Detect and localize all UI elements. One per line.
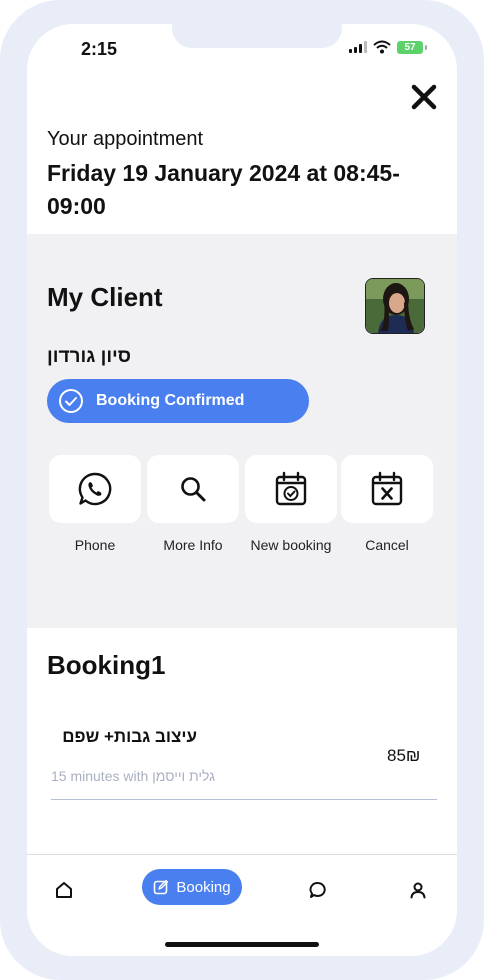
cancel-label: Cancel	[365, 537, 409, 553]
new-booking-button[interactable]: New booking	[245, 455, 337, 553]
client-name: סיון גורדון	[47, 346, 132, 367]
home-indicator	[165, 942, 319, 947]
battery-level: 57	[404, 41, 416, 53]
signal-icon	[349, 41, 367, 53]
phone-label: Phone	[74, 537, 116, 553]
calendar-x-icon	[371, 471, 403, 506]
service-price: 85₪	[387, 746, 421, 765]
home-icon	[56, 882, 72, 898]
tab-booking[interactable]: Booking	[142, 869, 242, 905]
more-info-label: More Info	[163, 537, 223, 553]
phone-button[interactable]: Phone	[49, 455, 141, 553]
more-info-button[interactable]: More Info	[147, 455, 239, 553]
avatar[interactable]	[365, 278, 425, 334]
client-title: My Client	[47, 282, 163, 312]
divider	[51, 799, 437, 800]
tab-bar: Booking	[27, 854, 457, 956]
service-details: 15 minutes with גלית וייסמן	[51, 768, 216, 784]
battery-icon: 57	[397, 40, 427, 54]
status-icons: 57	[349, 40, 427, 54]
calendar-check-icon	[275, 471, 307, 506]
wifi-icon	[373, 40, 391, 54]
tab-home[interactable]	[53, 877, 75, 903]
new-booking-label: New booking	[250, 537, 332, 553]
appointment-date: Friday 19 January 2024 at 08:45-09:00	[47, 160, 400, 219]
tab-messages[interactable]	[307, 877, 329, 903]
booking-status-label: Booking Confirmed	[96, 392, 245, 409]
device-frame: 2:15 57 Your appointment Friday 19 Janua…	[0, 0, 484, 980]
client-actions: Phone More Info New booking Cancel	[47, 455, 437, 570]
user-icon	[410, 882, 426, 899]
chat-icon	[309, 882, 326, 898]
appointment-label: Your appointment	[47, 128, 204, 150]
cancel-button[interactable]: Cancel	[341, 455, 433, 553]
status-time: 2:15	[81, 39, 118, 59]
close-icon[interactable]	[409, 82, 439, 112]
client-section: My Client סיון גורדון Booking Confirmed …	[27, 234, 457, 628]
whatsapp-icon	[78, 472, 112, 506]
booking-title: Booking1	[47, 650, 166, 680]
booking-status-badge[interactable]: Booking Confirmed	[47, 379, 309, 423]
service-name: עיצוב גבות+ שפם	[62, 727, 197, 746]
screen: 2:15 57 Your appointment Friday 19 Janua…	[27, 24, 457, 956]
edit-icon	[154, 879, 169, 895]
search-icon	[181, 477, 206, 502]
notch	[172, 24, 342, 48]
check-circle-icon	[59, 389, 83, 413]
tab-profile[interactable]	[407, 877, 429, 903]
tab-booking-label: Booking	[176, 878, 231, 896]
